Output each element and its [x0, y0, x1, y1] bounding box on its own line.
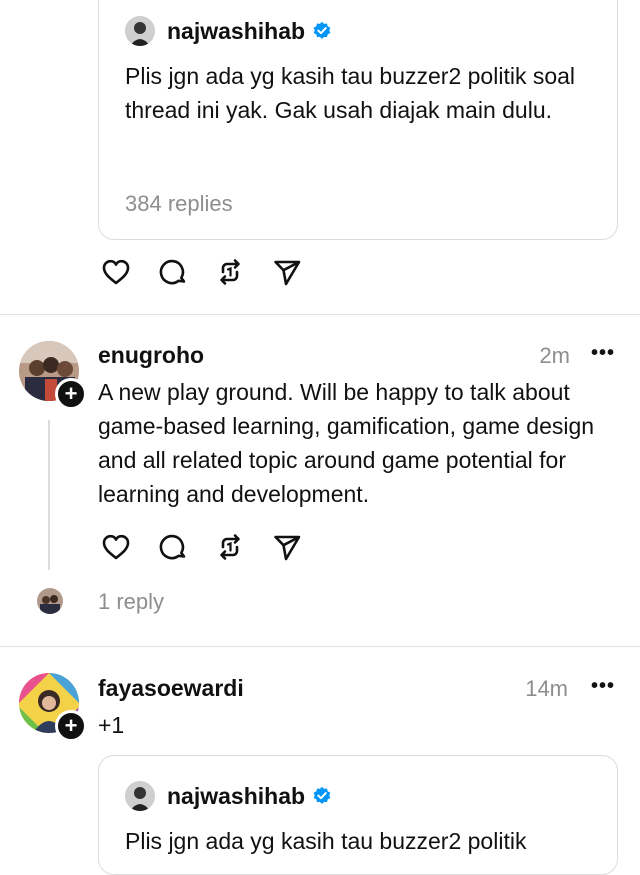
thread-line [48, 420, 50, 570]
share-icon [274, 535, 301, 561]
follow-plus-button[interactable]: + [55, 378, 87, 410]
share-button[interactable] [269, 254, 305, 290]
quoted-post-text: Plis jgn ada yg kasih tau buzzer2 politi… [125, 63, 576, 123]
comment-button[interactable] [155, 529, 191, 565]
like-button[interactable] [98, 254, 134, 290]
quoted-username[interactable]: najwashihab [167, 783, 305, 810]
repost-button[interactable] [212, 254, 248, 290]
quoted-post-card[interactable]: najwashihab Plis jgn ada yg kasih tau bu… [98, 755, 618, 875]
post-timestamp: 14m [525, 676, 568, 701]
quoted-post-header: najwashihab [125, 16, 332, 46]
comment-icon [159, 534, 186, 560]
more-options-button[interactable]: ••• [591, 342, 615, 365]
post-actions [98, 529, 326, 565]
repost-icon [220, 534, 240, 560]
post-username[interactable]: fayasoewardi [98, 675, 244, 702]
quoted-post-header: najwashihab [125, 781, 332, 811]
avatar[interactable] [125, 781, 155, 811]
avatar-image [125, 16, 155, 46]
post-username[interactable]: enugroho [98, 342, 204, 369]
avatar-image [37, 588, 63, 614]
quoted-reply-count[interactable]: 384 replies [125, 191, 233, 217]
quoted-username[interactable]: najwashihab [167, 18, 305, 45]
post-text: A new play ground. Will be happy to talk… [98, 379, 595, 507]
quoted-post-card[interactable]: najwashihab Plis jgn ada yg kasih tau bu… [98, 0, 618, 240]
post-timestamp: 2m [539, 343, 570, 368]
reply-count[interactable]: 1 reply [98, 589, 164, 615]
comment-button[interactable] [155, 254, 191, 290]
share-button[interactable] [269, 529, 305, 565]
post-actions [98, 254, 326, 290]
more-options-button[interactable]: ••• [591, 675, 615, 698]
comment-icon [159, 259, 186, 285]
heart-icon [102, 259, 130, 285]
verified-badge-icon [313, 786, 331, 804]
repost-icon [220, 259, 240, 285]
repost-button[interactable] [212, 529, 248, 565]
avatar[interactable] [125, 16, 155, 46]
heart-icon [102, 534, 130, 560]
divider [0, 314, 640, 315]
avatar-image [125, 781, 155, 811]
post-text: +1 [98, 712, 125, 738]
follow-plus-button[interactable]: + [55, 710, 87, 742]
like-button[interactable] [98, 529, 134, 565]
divider [0, 646, 640, 647]
share-icon [274, 260, 301, 286]
reply-avatar [37, 588, 63, 614]
verified-badge-icon [313, 21, 331, 39]
